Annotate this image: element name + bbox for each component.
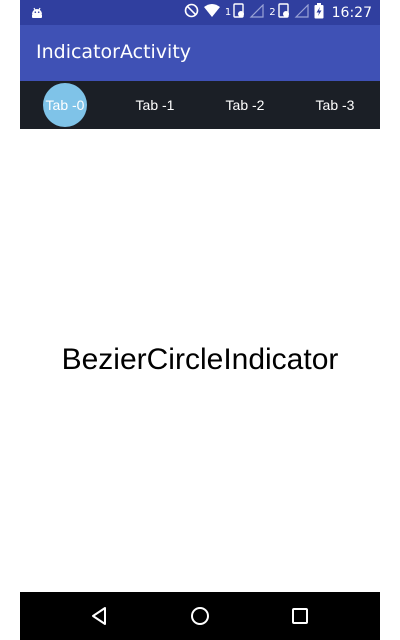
- tab-2[interactable]: Tab -2: [200, 81, 290, 129]
- back-icon[interactable]: [88, 604, 112, 628]
- do-not-disturb-icon: [184, 3, 199, 22]
- sim2-signal-icon: [294, 3, 310, 22]
- tab-1[interactable]: Tab -1: [110, 81, 200, 129]
- tab-3[interactable]: Tab -3: [290, 81, 380, 129]
- tab-strip: Tab -0 Tab -1 Tab -2 Tab -3: [20, 81, 380, 129]
- status-bar: 1 2 16:27: [20, 0, 380, 25]
- app-bar: IndicatorActivity: [20, 25, 380, 81]
- home-icon[interactable]: [188, 604, 212, 628]
- page-content: BezierCircleIndicator: [20, 129, 380, 592]
- sim1-card-icon: [233, 2, 245, 23]
- status-icons: 1 2 16:27: [184, 0, 372, 25]
- sim1-label: 1: [224, 7, 232, 18]
- status-clock: 16:27: [331, 4, 372, 21]
- sim2-label: 2: [269, 7, 276, 18]
- tab-0[interactable]: Tab -0: [20, 81, 110, 129]
- recents-icon[interactable]: [288, 604, 312, 628]
- navigation-bar: [20, 592, 380, 640]
- android-icon: [30, 5, 44, 24]
- phone-screen: 1 2 16:27 IndicatorActivity Tab -0 Tab -…: [20, 0, 380, 640]
- wifi-icon: [203, 3, 221, 22]
- sim2-card-icon: [277, 2, 290, 23]
- page-label: BezierCircleIndicator: [61, 343, 339, 376]
- battery-charging-icon: [314, 2, 324, 23]
- sim1-signal-icon: [249, 3, 265, 22]
- app-title: IndicatorActivity: [36, 41, 192, 63]
